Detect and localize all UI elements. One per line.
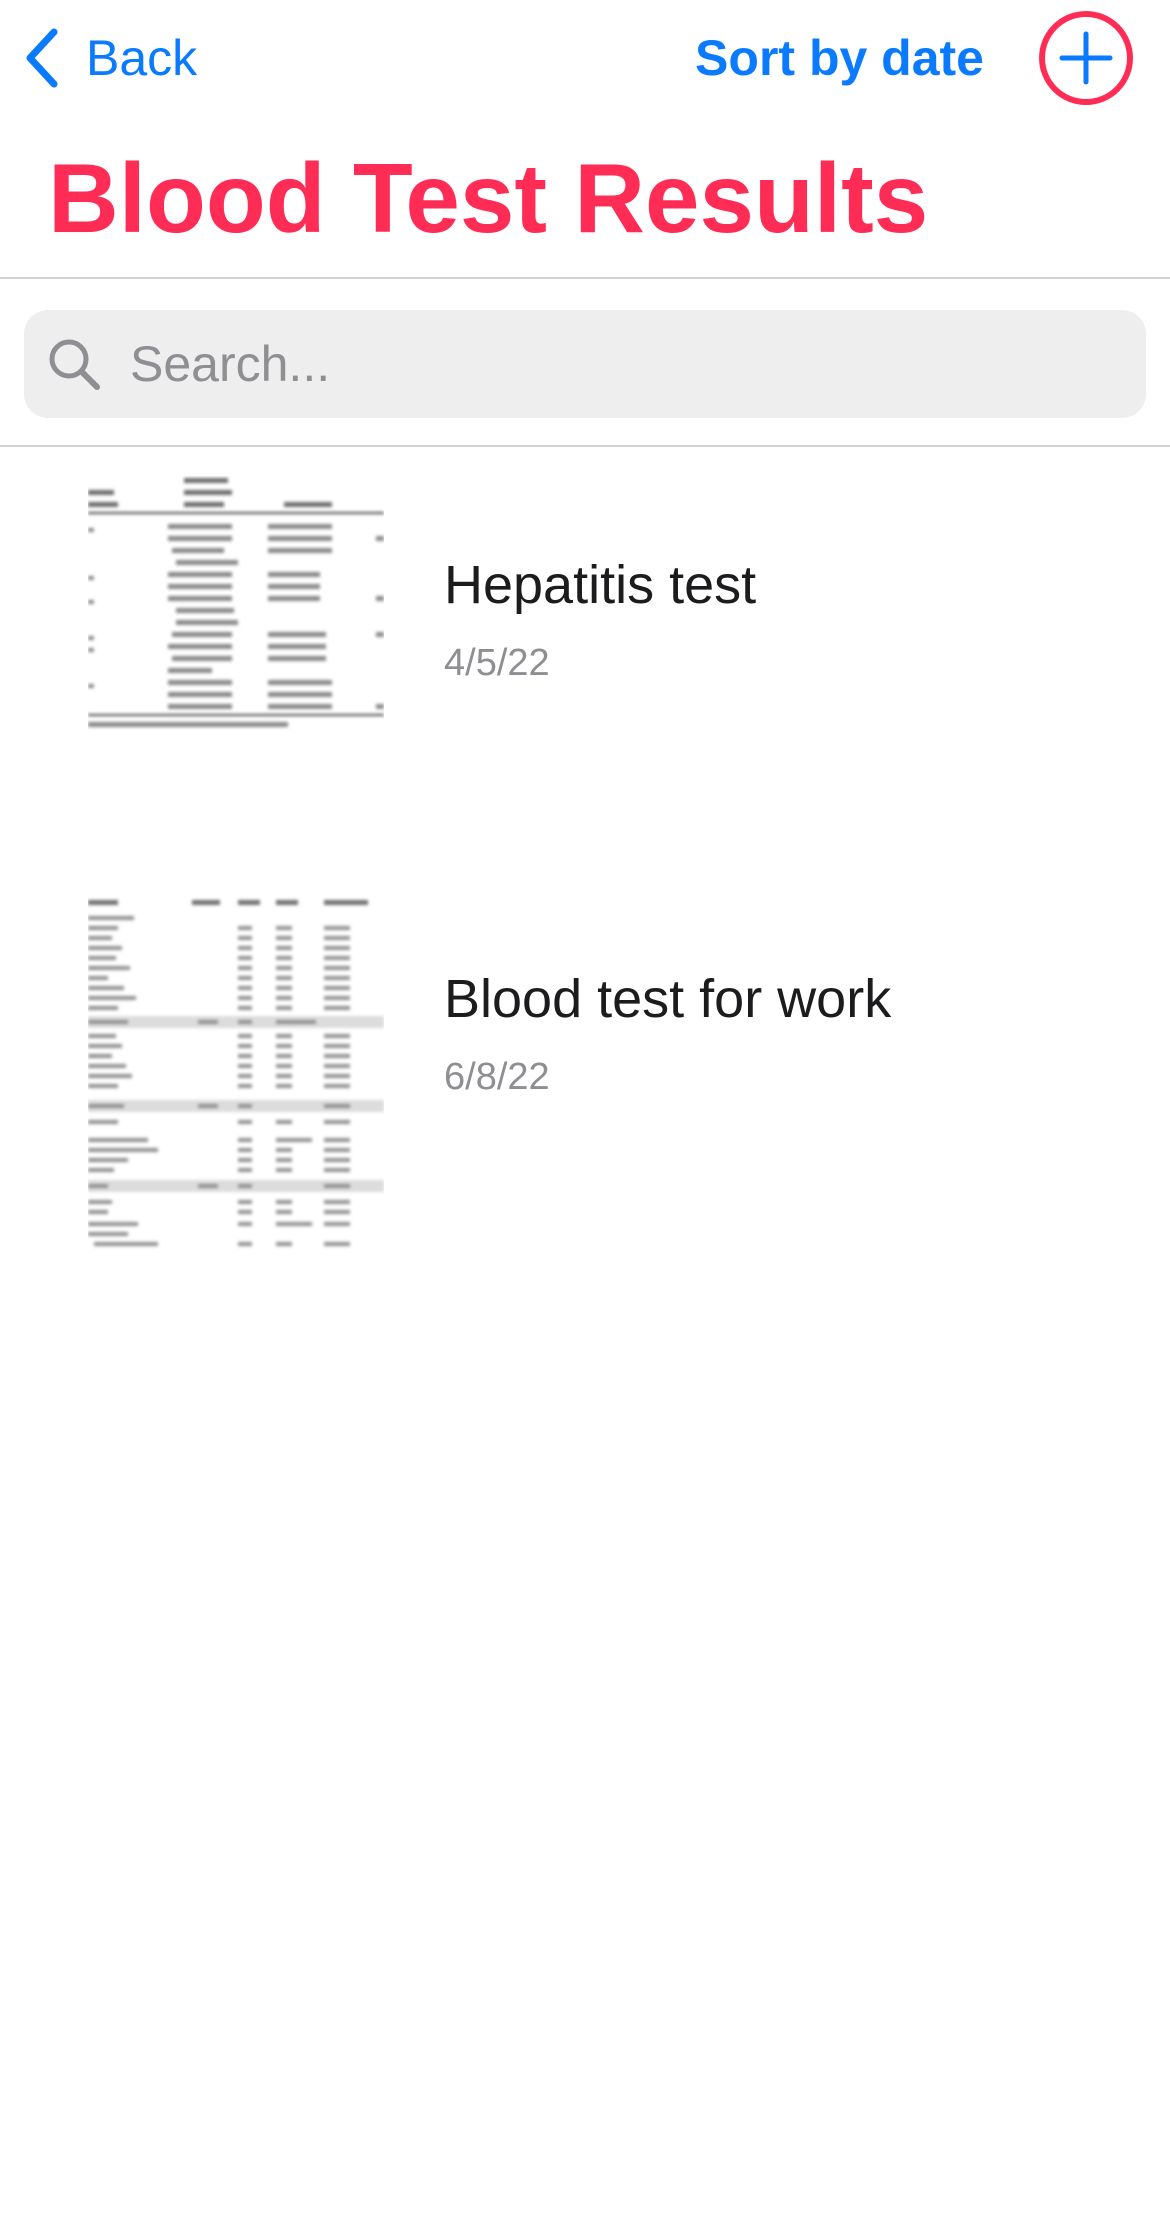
document-thumbnail bbox=[88, 476, 384, 836]
plus-circle-icon bbox=[1039, 11, 1133, 105]
list-item-date: 6/8/22 bbox=[444, 1056, 550, 1098]
chevron-left-icon bbox=[26, 28, 58, 88]
list-item-blood-test-for-work[interactable]: Blood test for work 6/8/22 bbox=[0, 890, 1170, 1290]
list-item-date: 4/5/22 bbox=[444, 642, 550, 684]
navigation-bar: Back Sort by date bbox=[0, 0, 1170, 120]
list-item-title: Blood test for work bbox=[444, 969, 892, 1029]
search-bar[interactable] bbox=[24, 310, 1146, 418]
back-button[interactable]: Back bbox=[24, 22, 197, 94]
list-item-title: Hepatitis test bbox=[444, 555, 757, 615]
search-input[interactable] bbox=[128, 323, 1146, 405]
document-thumbnail bbox=[88, 890, 384, 1250]
page-title: Blood Test Results bbox=[48, 143, 929, 253]
sort-by-date-button[interactable]: Sort by date bbox=[695, 22, 984, 94]
back-button-label: Back bbox=[86, 30, 198, 86]
search-divider bbox=[0, 445, 1170, 447]
magnifying-glass-icon bbox=[44, 334, 104, 394]
list-item-hepatitis-test[interactable]: Hepatitis test 4/5/22 bbox=[0, 476, 1170, 876]
add-button[interactable] bbox=[1036, 8, 1136, 108]
header-divider bbox=[0, 277, 1170, 279]
